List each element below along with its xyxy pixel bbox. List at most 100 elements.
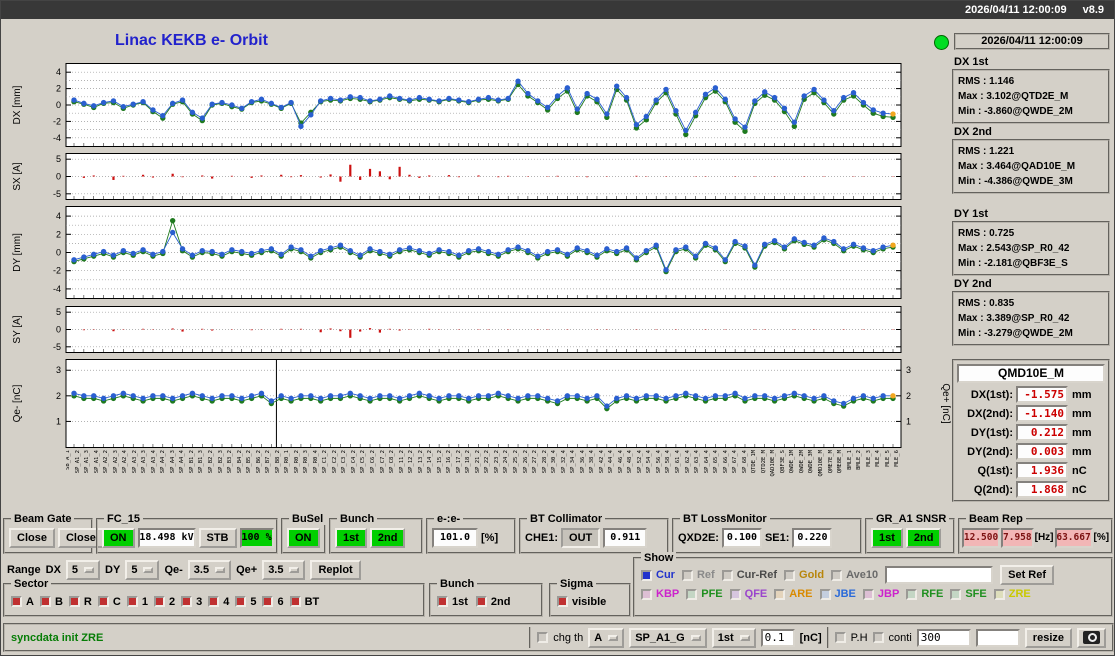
checkbox-box[interactable] <box>784 569 796 581</box>
checkbox-box[interactable] <box>681 569 693 581</box>
checkbox-r[interactable]: R <box>68 596 92 608</box>
checkbox-gold[interactable]: Gold <box>784 569 824 581</box>
checkbox-box[interactable] <box>721 569 733 581</box>
checkbox-box[interactable] <box>97 596 109 607</box>
checkbox-label: ZRE <box>1008 588 1031 600</box>
svg-text:4: 4 <box>56 211 61 221</box>
checkbox-box[interactable] <box>950 588 962 600</box>
checkbox-label: Cur <box>656 569 675 581</box>
stat-min: Min : -3.279@QWDE_2M <box>958 328 1073 339</box>
checkbox-box[interactable] <box>993 588 1005 600</box>
checkbox-jbp[interactable]: JBP <box>862 588 899 600</box>
replot-button[interactable]: Replot <box>310 560 361 580</box>
checkbox-2[interactable]: 2 <box>153 596 175 608</box>
checkbox-box[interactable] <box>437 596 448 607</box>
che1-label: CHE1: <box>525 531 559 544</box>
checkbox-a[interactable]: A <box>11 596 34 608</box>
che1-out-button[interactable]: OUT <box>561 527 601 548</box>
checkbox-box[interactable] <box>641 588 652 600</box>
checkbox-box[interactable] <box>819 588 831 600</box>
checkbox-box[interactable] <box>126 596 138 607</box>
checkbox-box[interactable] <box>729 588 741 600</box>
fc15-stb-button[interactable]: STB <box>198 527 237 548</box>
checkbox-cur[interactable]: Cur <box>641 569 675 581</box>
chg-th-checkbox[interactable] <box>537 632 549 643</box>
bunch-1st-button[interactable]: 1st <box>335 527 367 548</box>
checkbox-box[interactable] <box>208 596 220 607</box>
mode-select[interactable]: A <box>588 627 625 648</box>
monitor-row-label: Q(1st): <box>977 464 1013 477</box>
checkbox-zre[interactable]: ZRE <box>993 588 1031 600</box>
monitor-row-label: DX(1st): <box>970 388 1013 401</box>
set-ref-button[interactable]: Set Ref <box>1000 565 1055 585</box>
snsr-1st-button[interactable]: 1st <box>871 527 903 548</box>
checkbox-box[interactable] <box>181 596 193 607</box>
checkbox-are[interactable]: ARE <box>774 588 813 600</box>
checkbox-box[interactable] <box>557 596 568 607</box>
resize-button[interactable]: resize <box>1024 627 1072 648</box>
aux-input[interactable] <box>975 628 1020 647</box>
ph-label: P.H <box>850 631 868 644</box>
checkbox-c[interactable]: C <box>97 596 121 608</box>
checkbox-box[interactable] <box>475 596 487 607</box>
checkbox-box[interactable] <box>153 596 165 607</box>
stat-title: DX 2nd <box>954 126 992 138</box>
snsr-2nd-button[interactable]: 2nd <box>905 527 942 548</box>
checkbox-box[interactable] <box>235 596 247 607</box>
svg-text:1: 1 <box>906 416 911 426</box>
ph-checkbox[interactable] <box>834 632 846 643</box>
checkbox-box[interactable] <box>11 596 22 607</box>
checkbox-ave10[interactable]: Ave10 <box>831 569 878 581</box>
checkbox-kbp[interactable]: KBP <box>641 588 679 600</box>
checkbox-4[interactable]: 4 <box>208 596 229 608</box>
checkbox-box[interactable] <box>641 569 652 581</box>
sp-device-select[interactable]: SP_A1_G <box>629 627 707 648</box>
checkbox-box[interactable] <box>68 596 80 607</box>
checkbox-jbe[interactable]: JBE <box>819 588 856 600</box>
checkbox-box[interactable] <box>686 588 698 600</box>
ref-name-input[interactable] <box>885 566 994 584</box>
checkbox-qfe[interactable]: QFE <box>729 588 767 600</box>
checkbox-cur-ref[interactable]: Cur-Ref <box>721 569 777 581</box>
checkbox-box[interactable] <box>39 596 51 607</box>
checkbox-6[interactable]: 6 <box>262 596 284 608</box>
bpm-label: SP_A2_2 <box>103 450 110 474</box>
bpm-label: SB_A_1 <box>66 450 71 470</box>
titlebar: 2026/04/11 12:00:09 v8.9 <box>1 1 1114 19</box>
beam-gate-close-button-1[interactable]: Close <box>9 527 55 548</box>
checkbox-box[interactable] <box>862 588 874 600</box>
busel-group: BuSel ON <box>281 513 327 554</box>
checkbox-pfe[interactable]: PFE <box>686 588 723 600</box>
fc15-on-button[interactable]: ON <box>102 527 135 548</box>
checkbox-2nd[interactable]: 2nd <box>475 596 510 608</box>
busel-on-button[interactable]: ON <box>287 527 320 548</box>
count-input[interactable] <box>916 628 971 647</box>
checkbox-visible[interactable]: visible <box>557 596 606 608</box>
checkbox-box[interactable] <box>289 596 301 607</box>
range-qep-select[interactable]: 3.5 <box>262 560 306 580</box>
conti-checkbox[interactable] <box>872 632 884 643</box>
checkbox-ref[interactable]: Ref <box>681 569 715 581</box>
bpm-label: SP_B4_2 <box>236 450 243 474</box>
checkbox-bt[interactable]: BT <box>289 596 319 608</box>
checkbox-rfe[interactable]: RFE <box>906 588 943 600</box>
snapshot-button[interactable] <box>1077 627 1106 648</box>
checkbox-3[interactable]: 3 <box>181 596 202 608</box>
checkbox-box[interactable] <box>774 588 786 600</box>
checkbox-5[interactable]: 5 <box>235 596 256 608</box>
range-dy-select[interactable]: 5 <box>125 560 160 580</box>
bunch-select[interactable]: 1st <box>711 627 756 648</box>
bpm-label: SP_65_4 <box>713 450 720 474</box>
range-qem-select[interactable]: 3.5 <box>187 560 232 580</box>
checkbox-b[interactable]: B <box>39 596 63 608</box>
checkbox-box[interactable] <box>831 569 843 581</box>
range-dx-select[interactable]: 5 <box>65 560 101 580</box>
checkbox-box[interactable] <box>262 596 274 607</box>
checkbox-box[interactable] <box>906 588 918 600</box>
checkbox-1st[interactable]: 1st <box>437 596 468 608</box>
checkbox-sfe[interactable]: SFE <box>950 588 987 600</box>
checkbox-1[interactable]: 1 <box>126 596 148 608</box>
bunch-2nd-button[interactable]: 2nd <box>369 527 406 548</box>
page-title: Linac KEKB e- Orbit <box>115 32 268 49</box>
threshold-input[interactable] <box>760 628 795 647</box>
